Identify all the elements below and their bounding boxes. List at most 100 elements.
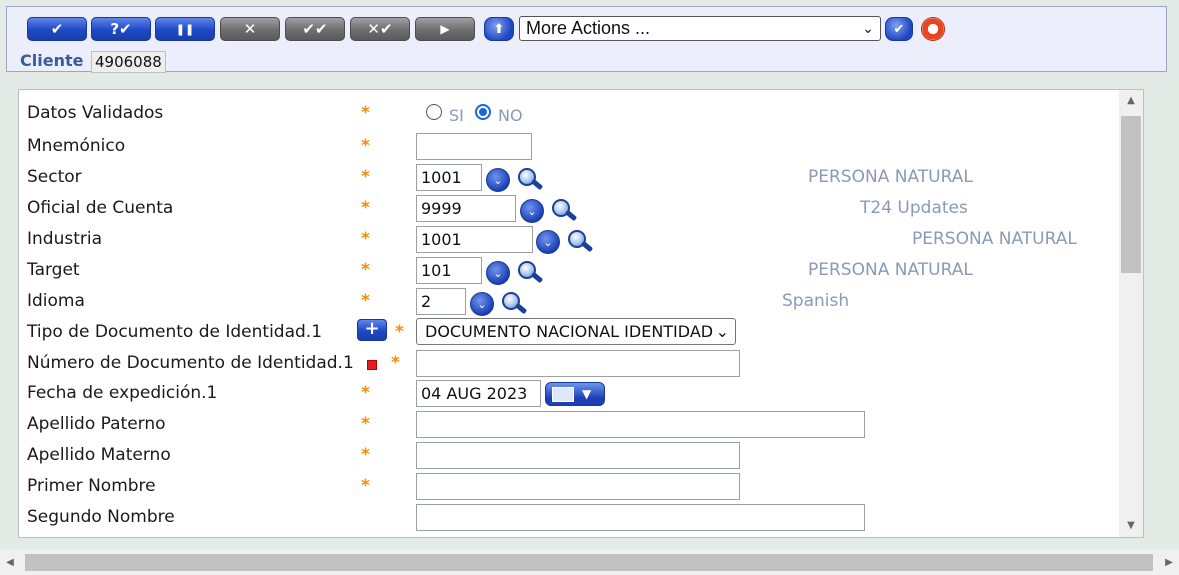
go-button[interactable]: ✔ bbox=[885, 17, 913, 41]
segundo-nombre-input[interactable] bbox=[416, 504, 865, 531]
search-icon[interactable] bbox=[548, 197, 580, 223]
add-multivalue-button[interactable]: + bbox=[357, 319, 387, 341]
row-apellido-paterno: Apellido Paterno * bbox=[19, 410, 1115, 440]
search-icon[interactable] bbox=[514, 166, 546, 192]
mandatory-star-icon: * bbox=[361, 136, 370, 156]
field-label: Target bbox=[27, 260, 80, 280]
fecha-expedicion-input[interactable]: 04 AUG 2023 bbox=[416, 380, 541, 407]
field-label: Número de Documento de Identidad.1 bbox=[27, 353, 354, 373]
field-label: Apellido Paterno bbox=[27, 414, 166, 434]
mnemonico-input[interactable] bbox=[416, 133, 532, 160]
tipo-documento-select[interactable]: DOCUMENTO NACIONAL IDENTIDAD ⌄ bbox=[416, 318, 736, 345]
row-apellido-materno: Apellido Materno * bbox=[19, 441, 1115, 471]
apellido-materno-input[interactable] bbox=[416, 442, 740, 469]
radio-no-label: NO bbox=[498, 106, 523, 125]
form-panel: Datos Validados * SI NO Mnemónico * Sect… bbox=[18, 89, 1144, 538]
field-label: Sector bbox=[27, 167, 82, 187]
record-id: 4906088 bbox=[91, 51, 166, 73]
radio-no[interactable] bbox=[475, 104, 491, 120]
idioma-input[interactable]: 2 bbox=[416, 288, 466, 315]
row-tipo-documento: Tipo de Documento de Identidad.1 + * DOC… bbox=[19, 318, 1115, 348]
oficial-enrichment: T24 Updates bbox=[860, 198, 968, 218]
double-check-icon: ✔✔ bbox=[302, 20, 328, 38]
play-icon: ▶ bbox=[440, 22, 450, 36]
field-label: Datos Validados bbox=[27, 103, 164, 123]
field-label: Idioma bbox=[27, 291, 85, 311]
question-check-icon: ?✔ bbox=[110, 20, 132, 38]
field-label: Segundo Nombre bbox=[27, 507, 175, 527]
oficial-input[interactable]: 9999 bbox=[416, 195, 516, 222]
check-icon: ✔ bbox=[893, 21, 905, 37]
row-sector: Sector * 1001 ⌄ PERSONA NATURAL bbox=[19, 163, 1115, 193]
row-idioma: Idioma * 2 ⌄ Spanish bbox=[19, 287, 1115, 317]
check-icon: ✔ bbox=[50, 20, 64, 38]
dropdown-icon[interactable]: ⌄ bbox=[486, 168, 510, 192]
delete-button[interactable]: ✕ bbox=[220, 17, 280, 41]
scroll-thumb[interactable] bbox=[1121, 116, 1141, 273]
industria-input[interactable]: 1001 bbox=[416, 226, 533, 253]
field-label: Oficial de Cuenta bbox=[27, 198, 174, 218]
hold-button[interactable]: ?✔ bbox=[91, 17, 151, 41]
row-datos-validados: Datos Validados * SI NO bbox=[19, 100, 1115, 130]
sector-input[interactable]: 1001 bbox=[416, 164, 482, 191]
pause-icon: ❚❚ bbox=[175, 22, 195, 36]
row-numero-documento: Número de Documento de Identidad.1 * bbox=[19, 349, 1115, 379]
cross-check-icon: ✕✔ bbox=[367, 20, 393, 38]
cross-icon: ✕ bbox=[243, 20, 257, 38]
scroll-left-icon[interactable]: ◀ bbox=[0, 550, 20, 575]
more-actions-label: More Actions ... bbox=[526, 18, 651, 38]
mandatory-star-icon: * bbox=[361, 167, 370, 187]
target-input[interactable]: 101 bbox=[416, 257, 482, 284]
more-actions-select[interactable]: More Actions ... ⌄ bbox=[519, 16, 881, 41]
search-icon[interactable] bbox=[514, 259, 546, 285]
dropdown-icon[interactable]: ⌄ bbox=[536, 230, 560, 254]
reject-button[interactable]: ✕✔ bbox=[350, 17, 410, 41]
validate-button[interactable]: ✔ bbox=[27, 17, 87, 41]
arrow-up-icon: ⬆ bbox=[493, 21, 505, 37]
authorise-button[interactable]: ✔✔ bbox=[285, 17, 345, 41]
scroll-up-icon[interactable]: ▲ bbox=[1119, 90, 1143, 112]
row-oficial: Oficial de Cuenta * 9999 ⌄ T24 Updates bbox=[19, 194, 1115, 224]
error-marker-icon bbox=[367, 360, 377, 370]
row-target: Target * 101 ⌄ PERSONA NATURAL bbox=[19, 256, 1115, 286]
mandatory-star-icon: * bbox=[391, 353, 400, 373]
lifebuoy-icon[interactable] bbox=[921, 17, 945, 41]
search-icon[interactable] bbox=[564, 228, 596, 254]
scroll-right-icon[interactable]: ▶ bbox=[1159, 550, 1179, 575]
dropdown-icon[interactable]: ⌄ bbox=[470, 292, 494, 316]
scroll-thumb[interactable] bbox=[25, 554, 1153, 571]
field-label: Mnemónico bbox=[27, 136, 126, 156]
search-icon[interactable] bbox=[498, 290, 530, 316]
dropdown-icon[interactable]: ⌄ bbox=[486, 261, 510, 285]
radio-si-label: SI bbox=[449, 106, 464, 125]
pause-button[interactable]: ❚❚ bbox=[155, 17, 215, 41]
mandatory-star-icon: * bbox=[361, 445, 370, 465]
field-label: Industria bbox=[27, 229, 103, 249]
field-label: Tipo de Documento de Identidad.1 bbox=[27, 322, 323, 342]
field-label: Primer Nombre bbox=[27, 476, 156, 496]
plus-icon: + bbox=[364, 318, 380, 339]
primer-nombre-input[interactable] bbox=[416, 473, 740, 500]
industria-enrichment: PERSONA NATURAL bbox=[912, 229, 1077, 249]
mandatory-star-icon: * bbox=[361, 414, 370, 434]
mandatory-star-icon: * bbox=[361, 260, 370, 280]
apellido-paterno-input[interactable] bbox=[416, 411, 865, 438]
target-enrichment: PERSONA NATURAL bbox=[808, 260, 973, 280]
radio-si[interactable] bbox=[426, 104, 442, 120]
scroll-down-icon[interactable]: ▼ bbox=[1119, 515, 1143, 537]
row-industria: Industria * 1001 ⌄ PERSONA NATURAL bbox=[19, 225, 1115, 255]
row-mnemonico: Mnemónico * bbox=[19, 132, 1115, 162]
next-button[interactable]: ▶ bbox=[415, 17, 475, 41]
field-label: Fecha de expedición.1 bbox=[27, 383, 218, 403]
mandatory-star-icon: * bbox=[361, 291, 370, 311]
numero-documento-input[interactable] bbox=[416, 350, 740, 377]
mandatory-star-icon: * bbox=[361, 229, 370, 249]
chevron-down-icon: ⌄ bbox=[715, 322, 729, 341]
row-segundo-nombre: Segundo Nombre bbox=[19, 503, 1115, 533]
calendar-icon[interactable]: ▼ bbox=[545, 382, 605, 406]
mandatory-star-icon: * bbox=[361, 476, 370, 496]
horizontal-scrollbar[interactable]: ◀ ▶ bbox=[0, 550, 1179, 575]
up-button[interactable]: ⬆ bbox=[484, 17, 514, 41]
dropdown-icon[interactable]: ⌄ bbox=[520, 199, 544, 223]
vertical-scrollbar[interactable]: ▲ ▼ bbox=[1119, 90, 1143, 537]
